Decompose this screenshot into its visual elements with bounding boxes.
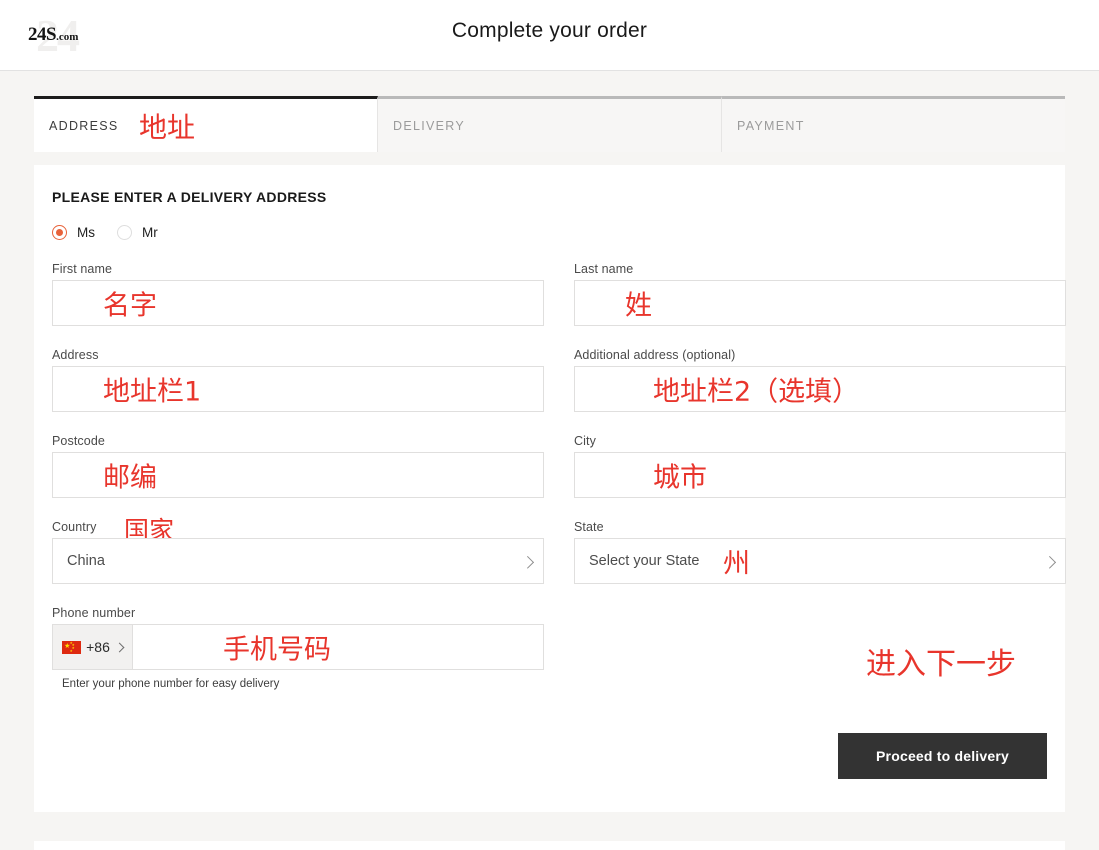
field-state: State Select your State 州	[574, 520, 1066, 584]
salutation-option-ms[interactable]: Ms	[52, 225, 95, 240]
salutation-radio-group: Ms Mr	[52, 225, 1047, 240]
annotation-proceed: 进入下一步	[866, 647, 1016, 682]
phone-number-text-input[interactable]: 手机号码	[133, 625, 543, 669]
input-city[interactable]: 城市	[574, 452, 1066, 498]
tab-address[interactable]: ADDRESS 地址	[34, 96, 378, 152]
checkout-steps-tabs: ADDRESS 地址 DELIVERY PAYMENT	[34, 96, 1065, 152]
phone-country-code: +86	[86, 639, 110, 655]
input-last-name[interactable]: 姓	[574, 280, 1066, 326]
field-first-name: First name 名字	[52, 262, 544, 326]
field-country: Country 国家 China	[52, 516, 544, 584]
annotation-address: 地址栏1	[103, 376, 202, 408]
annotation-additional-address: 地址栏2（选填）	[653, 376, 860, 408]
phone-country-selector[interactable]: ★ ★ ★ ★ ★ +86	[53, 625, 133, 669]
address-form-card: PLEASE ENTER A DELIVERY ADDRESS Ms Mr Fi…	[34, 165, 1066, 812]
tab-delivery-label: DELIVERY	[393, 118, 466, 133]
salutation-label-ms: Ms	[77, 225, 95, 240]
radio-icon-ms	[52, 225, 67, 240]
annotation-phone-number: 手机号码	[223, 634, 331, 666]
input-first-name[interactable]: 名字	[52, 280, 544, 326]
proceed-to-delivery-button[interactable]: Proceed to delivery	[838, 733, 1047, 779]
input-phone-number[interactable]: ★ ★ ★ ★ ★ +86 手机号码	[52, 624, 544, 670]
label-state: State	[574, 520, 604, 534]
input-address[interactable]: 地址栏1	[52, 366, 544, 412]
annotation-last-name: 姓	[625, 290, 652, 322]
label-phone-number: Phone number	[52, 606, 136, 620]
value-country: China	[67, 553, 105, 569]
field-city: City 城市	[574, 434, 1066, 498]
annotation-state: 州	[723, 548, 750, 580]
chevron-right-icon	[521, 555, 535, 569]
salutation-option-mr[interactable]: Mr	[117, 225, 158, 240]
checkout-page: ADDRESS 地址 DELIVERY PAYMENT PLEASE ENTER…	[0, 71, 1099, 850]
label-first-name: First name	[52, 262, 113, 276]
field-address: Address 地址栏1	[52, 348, 544, 412]
field-last-name: Last name 姓	[574, 262, 1066, 326]
label-additional-address: Additional address (optional)	[574, 348, 736, 362]
annotation-city: 城市	[653, 462, 707, 494]
chevron-right-icon-phone	[114, 642, 125, 652]
tab-address-label: ADDRESS	[49, 118, 119, 133]
annotation-first-name: 名字	[103, 290, 157, 322]
input-additional-address[interactable]: 地址栏2（选填）	[574, 366, 1066, 412]
annotation-address-tab: 地址	[139, 110, 196, 144]
field-additional-address: Additional address (optional) 地址栏2（选填）	[574, 348, 1066, 412]
radio-icon-mr	[117, 225, 132, 240]
tab-payment-label: PAYMENT	[737, 118, 805, 133]
phone-hint: Enter your phone number for easy deliver…	[62, 678, 280, 690]
annotation-postcode: 邮编	[103, 462, 157, 494]
select-country[interactable]: China	[52, 538, 544, 584]
label-country-text: Country	[52, 520, 97, 534]
select-state[interactable]: Select your State 州	[574, 538, 1066, 584]
label-last-name: Last name	[574, 262, 634, 276]
field-postcode: Postcode 邮编	[52, 434, 544, 498]
value-state: Select your State	[589, 553, 700, 569]
salutation-label-mr: Mr	[142, 225, 158, 240]
submit-area: 进入下一步 Proceed to delivery	[627, 639, 1047, 779]
site-header: 24 24S.com Complete your order	[0, 0, 1099, 71]
label-country: Country 国家	[52, 516, 544, 545]
field-phone-number: Phone number ★ ★ ★ ★ ★ +86 手机号码 Enter yo…	[52, 606, 544, 690]
next-section-card	[34, 841, 1065, 850]
china-flag-icon: ★ ★ ★ ★ ★	[62, 640, 82, 654]
tab-delivery[interactable]: DELIVERY	[378, 96, 722, 152]
tab-payment[interactable]: PAYMENT	[722, 96, 1065, 152]
label-postcode: Postcode	[52, 434, 105, 448]
form-heading: PLEASE ENTER A DELIVERY ADDRESS	[52, 189, 327, 205]
label-address: Address	[52, 348, 99, 362]
chevron-right-icon-state	[1043, 555, 1057, 569]
input-postcode[interactable]: 邮编	[52, 452, 544, 498]
label-city: City	[574, 434, 596, 448]
page-title: Complete your order	[451, 19, 648, 42]
